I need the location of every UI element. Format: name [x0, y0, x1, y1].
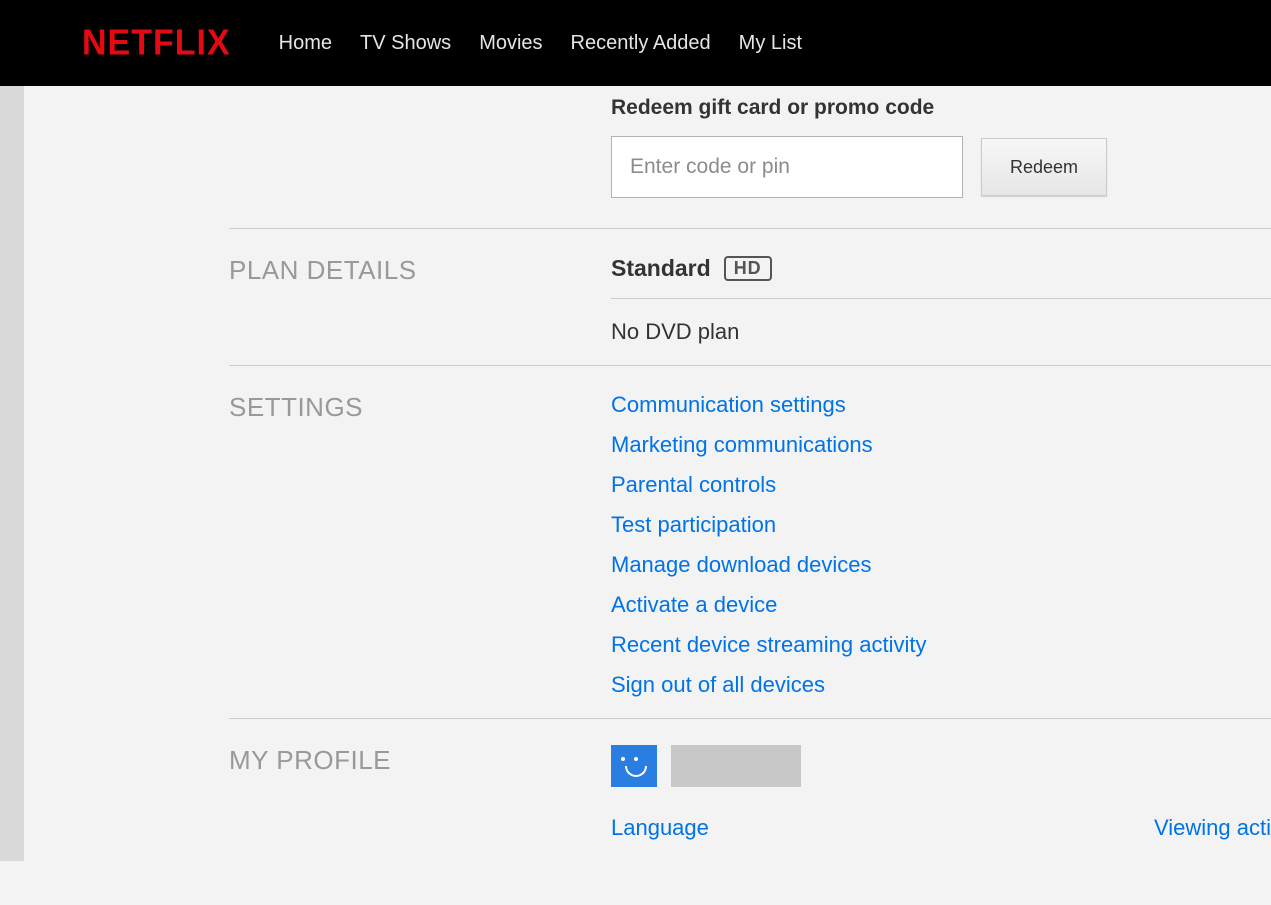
settings-link-list: Communication settings Marketing communi…	[611, 392, 1271, 698]
profile-row	[611, 745, 1271, 787]
plan-details-section: PLAN DETAILS Standard HD No DVD plan	[229, 229, 1271, 365]
plan-details-heading: PLAN DETAILS	[229, 255, 611, 345]
language-link[interactable]: Language	[611, 815, 709, 841]
main-nav: Home TV Shows Movies Recently Added My L…	[279, 32, 802, 55]
redeem-label: Redeem gift card or promo code	[611, 96, 1271, 120]
marketing-communications-link[interactable]: Marketing communications	[611, 432, 1271, 458]
sign-out-all-devices-link[interactable]: Sign out of all devices	[611, 672, 1271, 698]
header: NETFLIX Home TV Shows Movies Recently Ad…	[0, 0, 1271, 86]
plan-divider	[611, 298, 1271, 299]
settings-heading: SETTINGS	[229, 392, 611, 698]
netflix-logo[interactable]: NETFLIX	[82, 23, 231, 64]
profile-links-row: Language Viewing acti	[611, 815, 1271, 841]
my-profile-heading: MY PROFILE	[229, 745, 611, 841]
nav-tvshows[interactable]: TV Shows	[360, 32, 451, 55]
plan-row: Standard HD	[611, 255, 1271, 298]
test-participation-link[interactable]: Test participation	[611, 512, 1271, 538]
nav-movies[interactable]: Movies	[479, 32, 542, 55]
redeem-row: Redeem	[611, 136, 1271, 198]
plan-name: Standard	[611, 255, 711, 282]
no-dvd-text: No DVD plan	[611, 319, 1271, 345]
page-content: Redeem gift card or promo code Redeem PL…	[0, 86, 1271, 861]
nav-recently-added[interactable]: Recently Added	[571, 32, 711, 55]
left-margin-band	[0, 86, 24, 861]
manage-download-devices-link[interactable]: Manage download devices	[611, 552, 1271, 578]
viewing-activity-link[interactable]: Viewing acti	[1154, 815, 1271, 841]
parental-controls-link[interactable]: Parental controls	[611, 472, 1271, 498]
settings-section: SETTINGS Communication settings Marketin…	[229, 366, 1271, 718]
recent-streaming-activity-link[interactable]: Recent device streaming activity	[611, 632, 1271, 658]
redeem-section: Redeem gift card or promo code Redeem	[229, 86, 1271, 228]
my-profile-section: MY PROFILE Language Viewing acti	[229, 719, 1271, 861]
nav-my-list[interactable]: My List	[739, 32, 802, 55]
promo-code-input[interactable]	[611, 136, 963, 198]
activate-device-link[interactable]: Activate a device	[611, 592, 1271, 618]
profile-avatar-icon[interactable]	[611, 745, 657, 787]
profile-name-redacted	[671, 745, 801, 787]
nav-home[interactable]: Home	[279, 32, 332, 55]
hd-badge-icon: HD	[724, 256, 772, 281]
redeem-button[interactable]: Redeem	[981, 138, 1107, 196]
communication-settings-link[interactable]: Communication settings	[611, 392, 1271, 418]
